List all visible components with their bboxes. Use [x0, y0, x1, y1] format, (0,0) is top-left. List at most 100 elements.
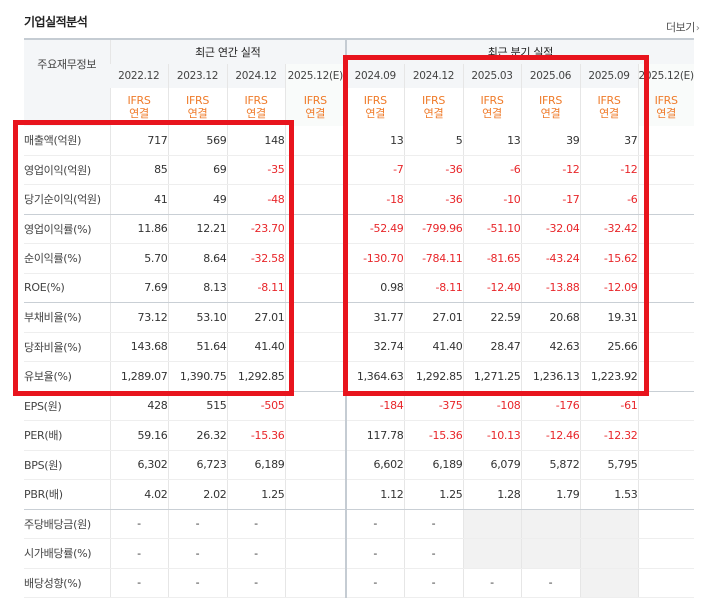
more-link[interactable]: 더보기›	[666, 19, 700, 35]
ifrs-label: IFRS	[186, 94, 209, 107]
value-cell: -36	[403, 155, 463, 185]
value-cell: 1,292.85	[403, 361, 463, 392]
value-cell: -	[167, 568, 227, 598]
row-label: PBR(배)	[24, 479, 110, 510]
value-cell: 19.31	[579, 302, 638, 333]
value-cell: 515	[167, 391, 227, 421]
value-cell: -	[345, 568, 404, 598]
value-cell: -7	[345, 155, 404, 185]
value-cell: 6,189	[403, 450, 463, 480]
ifrs-label: IFRS	[539, 94, 562, 107]
row-label: 매출액(억원)	[24, 126, 110, 156]
value-cell	[284, 509, 346, 539]
value-cell: 11.86	[109, 214, 168, 244]
ifrs-badge: IFRS 연결	[226, 88, 285, 126]
ifrs-badge: IFRS 연결	[167, 88, 227, 126]
table-row: ROE(%) 7.69 8.13 -8.11 0.98 -8.11 -12.40 -13.88…	[24, 273, 694, 303]
value-cell	[284, 302, 346, 333]
value-cell: -12.32	[579, 420, 638, 451]
value-cell	[637, 420, 694, 451]
value-cell	[284, 273, 346, 303]
table-row: 배당성향(%) - - - - - - -	[24, 568, 694, 598]
value-cell	[284, 184, 346, 215]
value-cell	[637, 332, 694, 362]
value-cell: 1.53	[579, 479, 638, 510]
value-cell	[284, 126, 346, 156]
value-cell: -13.88	[520, 273, 580, 303]
value-cell: -	[109, 568, 168, 598]
value-cell: 42.63	[520, 332, 580, 362]
period-header: 2024.12	[226, 64, 285, 88]
value-cell: -505	[226, 391, 285, 421]
value-cell: 569	[167, 126, 227, 156]
value-cell: 22.59	[462, 302, 521, 333]
consolidated-label: 연결	[540, 107, 561, 120]
ifrs-badge: IFRS 연결	[284, 88, 346, 126]
row-label: EPS(원)	[24, 391, 110, 421]
value-cell	[637, 509, 694, 539]
value-cell: 143.68	[109, 332, 168, 362]
table-row: 부채비율(%) 73.12 53.10 27.01 31.77 27.01 22.59 20.…	[24, 302, 694, 333]
row-label: 당기순이익(억원)	[24, 184, 110, 215]
value-cell: -8.11	[226, 273, 285, 303]
value-cell: 41	[109, 184, 168, 215]
table-row: 매출액(억원) 717 569 148 13 5 13 39 37	[24, 126, 694, 156]
value-cell: -375	[403, 391, 463, 421]
value-cell: 0.98	[345, 273, 404, 303]
value-cell: 13	[462, 126, 521, 156]
value-cell: -108	[462, 391, 521, 421]
value-cell: 6,723	[167, 450, 227, 480]
value-cell: -	[345, 509, 404, 539]
value-cell: -48	[226, 184, 285, 215]
more-link-label: 더보기	[666, 21, 695, 34]
value-cell	[284, 155, 346, 185]
consolidated-label: 연결	[423, 107, 444, 120]
value-cell: 53.10	[167, 302, 227, 333]
value-cell: -	[109, 509, 168, 539]
value-cell: -	[167, 538, 227, 569]
ifrs-badge: IFRS 연결	[345, 88, 404, 126]
value-cell: 20.68	[520, 302, 580, 333]
value-cell	[579, 538, 638, 569]
chevron-right-icon: ›	[695, 23, 700, 34]
value-cell: 32.74	[345, 332, 404, 362]
value-cell: -8.11	[403, 273, 463, 303]
row-label: 영업이익(억원)	[24, 155, 110, 185]
value-cell	[637, 243, 694, 274]
value-cell: -10	[462, 184, 521, 215]
value-cell: -	[520, 568, 580, 598]
value-cell: 5,872	[520, 450, 580, 480]
value-cell: -10.13	[462, 420, 521, 451]
value-cell: 1,364.63	[345, 361, 404, 392]
value-cell: 27.01	[226, 302, 285, 333]
period-header: 2022.12	[110, 64, 168, 88]
period-header: 2025.09	[579, 64, 638, 88]
value-cell: 49	[167, 184, 227, 215]
quarter-group-header: 최근 분기 실적	[345, 38, 694, 64]
value-cell: 6,602	[345, 450, 404, 480]
table-row: 영업이익률(%) 11.86 12.21 -23.70 -52.49 -799.96 -51…	[24, 214, 694, 244]
period-header: 2023.12	[167, 64, 227, 88]
value-cell: 6,302	[109, 450, 168, 480]
ifrs-label: IFRS	[597, 94, 621, 107]
ifrs-label: IFRS	[127, 94, 151, 107]
value-cell: -36	[403, 184, 463, 215]
value-cell: -35	[226, 155, 285, 185]
value-cell: -6	[579, 184, 638, 215]
value-cell: 1.28	[462, 479, 521, 510]
row-label: 주당배당금(원)	[24, 509, 110, 539]
value-cell: -23.70	[226, 214, 285, 244]
value-cell	[284, 420, 346, 451]
value-cell: -32.58	[226, 243, 285, 274]
value-cell: 117.78	[345, 420, 404, 451]
value-cell	[637, 302, 694, 333]
value-cell: 26.32	[167, 420, 227, 451]
value-cell	[637, 214, 694, 244]
value-cell: 5.70	[109, 243, 168, 274]
financial-table: 주요재무정보 최근 연간 실적 최근 분기 실적 2022.12 2023.12 2…	[24, 38, 694, 598]
value-cell	[284, 538, 346, 569]
ifrs-label: IFRS	[654, 94, 678, 107]
row-label: PER(배)	[24, 420, 110, 451]
row-label: 영업이익률(%)	[24, 214, 110, 244]
row-label: ROE(%)	[24, 273, 110, 303]
